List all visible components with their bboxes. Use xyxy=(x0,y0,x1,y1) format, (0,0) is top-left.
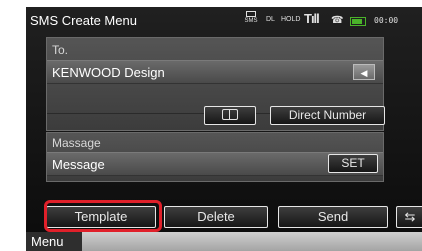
direct-number-button[interactable]: Direct Number xyxy=(270,106,385,125)
clock: 00:00 xyxy=(374,16,399,25)
signal-strength-icon: Tıll xyxy=(304,11,320,26)
sms-create-screen: SMS Create Menu SMS DL HOLD Tıll ☎ 00:00… xyxy=(26,7,422,251)
to-label: To. xyxy=(52,43,69,57)
phonebook-button[interactable] xyxy=(204,106,256,125)
return-icon[interactable]: ⇆ xyxy=(396,206,422,228)
sms-icon: SMS xyxy=(244,11,258,25)
page-title: SMS Create Menu xyxy=(30,13,137,28)
message-label: Massage xyxy=(52,136,101,150)
hold-indicator: HOLD xyxy=(281,16,301,23)
status-bar: SMS DL HOLD Tıll ☎ 00:00 xyxy=(244,11,422,31)
message-value: Message xyxy=(52,157,105,172)
dl-indicator: DL xyxy=(266,16,275,23)
battery-icon xyxy=(350,17,366,26)
recipient-field[interactable]: KENWOOD Design ◀ xyxy=(47,60,383,84)
send-button[interactable]: Send xyxy=(278,206,388,228)
title-bar: SMS Create Menu SMS DL HOLD Tıll ☎ 00:00 xyxy=(26,7,422,33)
phone-connected-icon: ☎ xyxy=(331,15,344,26)
menu-button[interactable]: Menu xyxy=(26,232,82,251)
menu-bar: Menu xyxy=(26,232,422,251)
phonebook-icon xyxy=(222,109,238,120)
set-button[interactable]: SET xyxy=(328,154,378,173)
backspace-icon[interactable]: ◀ xyxy=(353,64,375,80)
delete-button[interactable]: Delete xyxy=(164,206,268,228)
template-highlight-callout xyxy=(44,200,162,232)
recipient-value: KENWOOD Design xyxy=(52,65,165,80)
